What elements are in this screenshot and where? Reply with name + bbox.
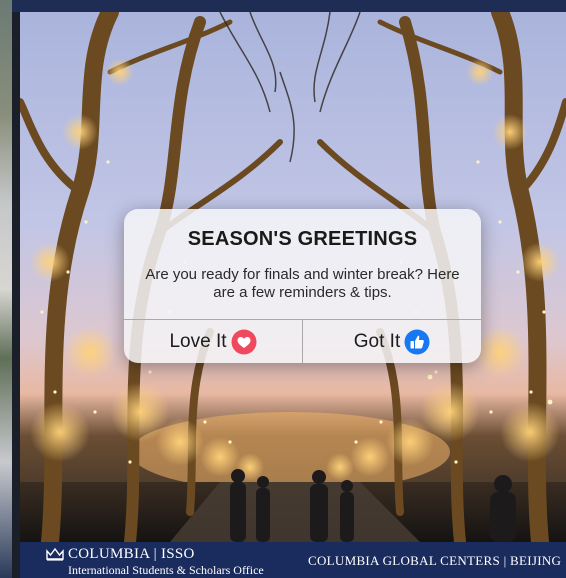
slide-frame: SEASON'S GREETINGS Are you ready for fin… bbox=[0, 0, 566, 578]
heart-reaction-icon bbox=[231, 329, 257, 355]
top-banner-edge bbox=[12, 0, 566, 12]
thumbs-up-reaction-icon bbox=[404, 329, 430, 355]
greeting-dialog: SEASON'S GREETINGS Are you ready for fin… bbox=[124, 209, 481, 363]
got-it-button[interactable]: Got It bbox=[303, 320, 481, 363]
brand-subtitle: International Students & Scholars Office bbox=[68, 563, 264, 577]
footer-banner: COLUMBIA | ISSO International Students &… bbox=[20, 542, 566, 578]
adjacent-slide-edge bbox=[0, 0, 12, 578]
dialog-message: Are you ready for finals and winter brea… bbox=[145, 266, 460, 301]
love-it-label: Love It bbox=[169, 330, 227, 352]
crown-icon bbox=[46, 548, 64, 561]
dialog-title: SEASON'S GREETINGS bbox=[187, 228, 418, 250]
got-it-label: Got It bbox=[353, 330, 401, 352]
global-centers-label: COLUMBIA GLOBAL CENTERS | BEIJING bbox=[308, 553, 562, 568]
love-it-button[interactable]: Love It bbox=[124, 320, 302, 363]
brand-name: COLUMBIA | ISSO bbox=[68, 546, 195, 562]
